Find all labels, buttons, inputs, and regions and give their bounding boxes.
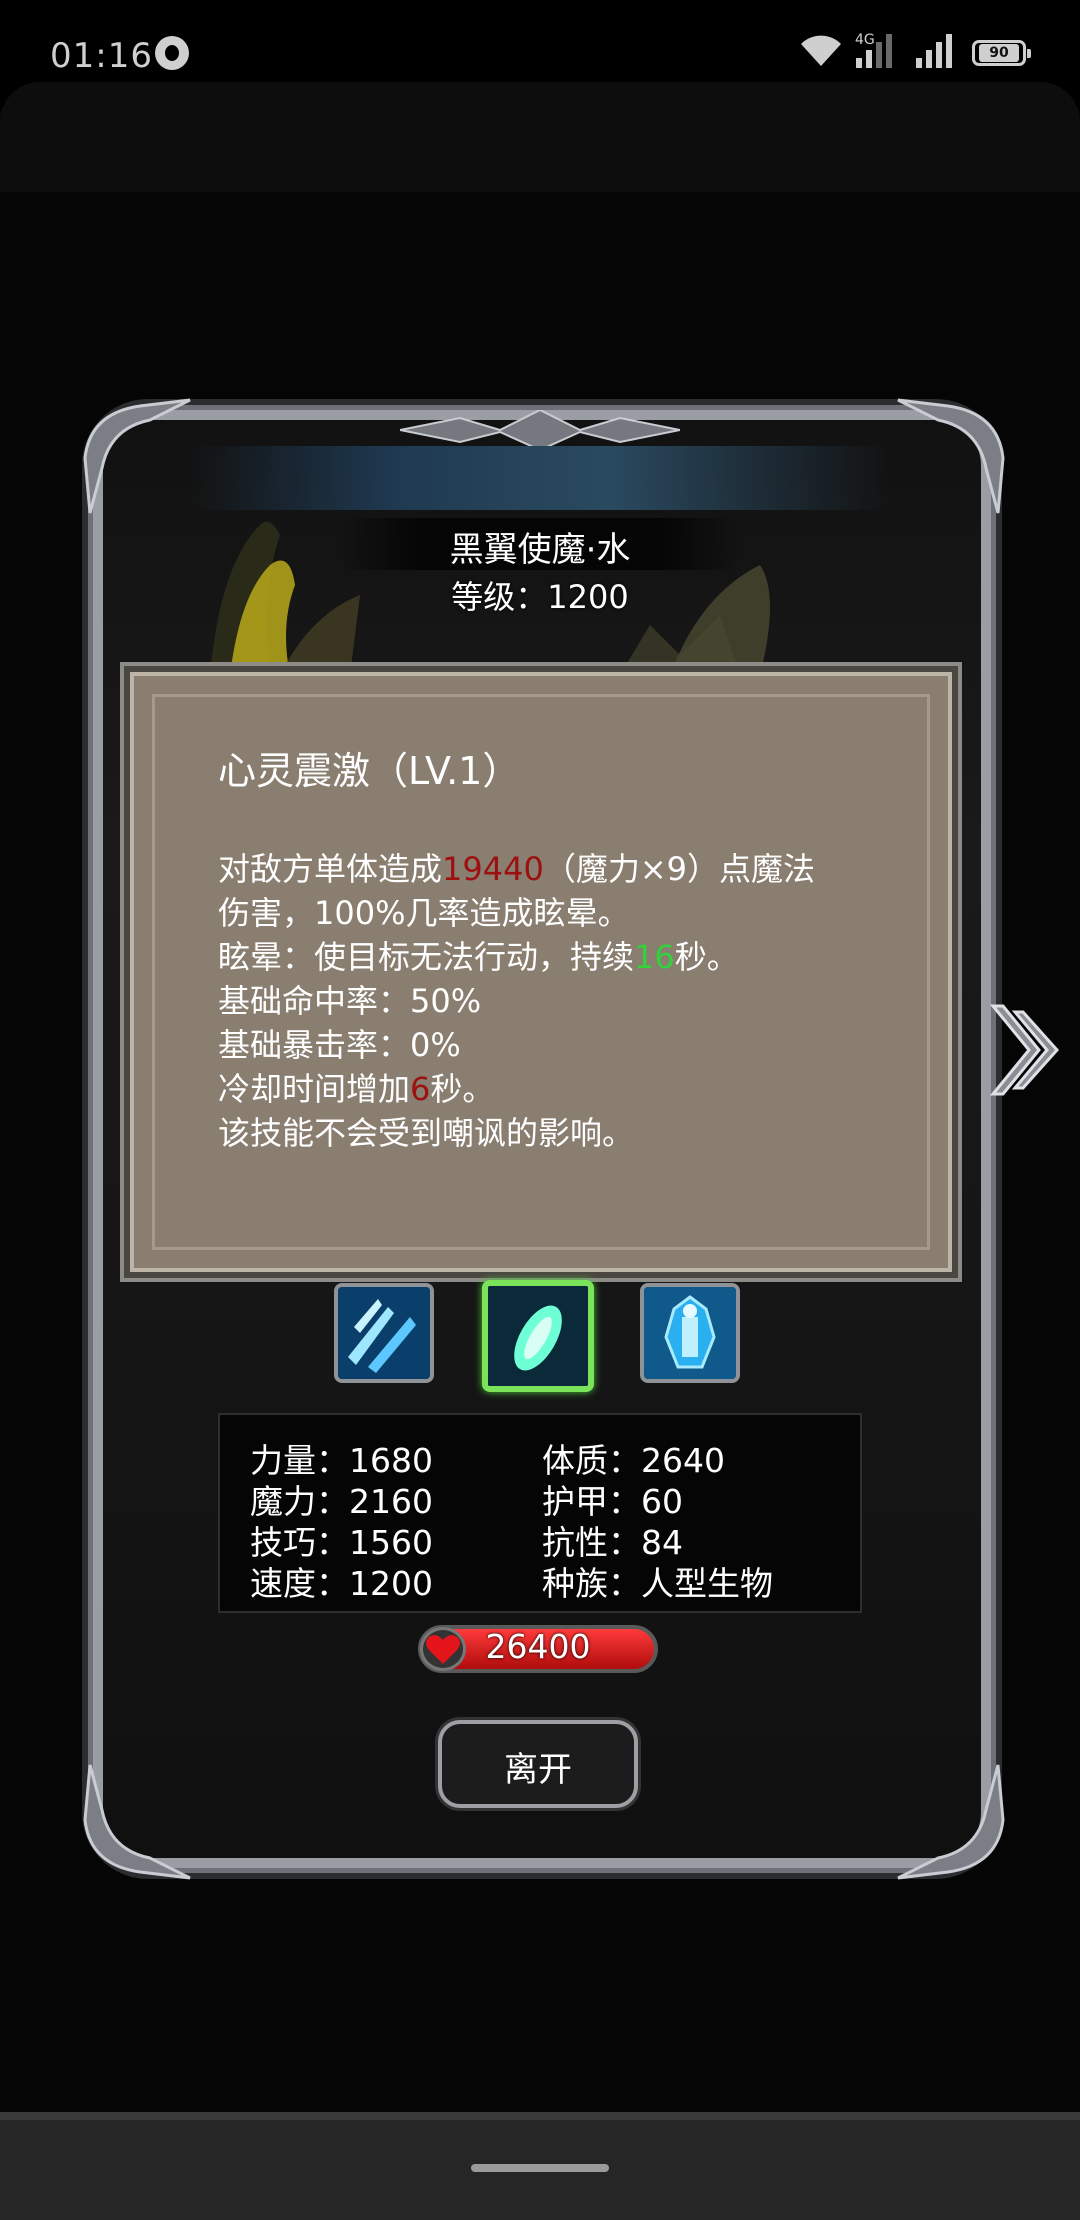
skill-slot-2-selected[interactable] xyxy=(482,1280,594,1392)
desc-line: 冷却时间增加6秒。 xyxy=(218,1067,918,1111)
desc-line: 该技能不会受到嘲讽的影响。 xyxy=(218,1114,635,1152)
frame-top-ornament xyxy=(400,410,680,450)
desc-text: 秒。 xyxy=(674,938,739,976)
monster-name: 黑翼使魔·水 xyxy=(449,530,631,570)
skill-title: 心灵震激（LV.1） xyxy=(218,749,521,793)
cooldown-value: 6 xyxy=(410,1070,431,1108)
app-top-bar xyxy=(0,82,1080,192)
next-arrow-icon[interactable] xyxy=(985,1000,1065,1100)
hp-value: 26400 xyxy=(485,1627,591,1666)
desc-text: 秒。 xyxy=(430,1070,495,1108)
battery-icon: 90 xyxy=(972,40,1031,66)
status-time: 01:16 xyxy=(50,36,153,76)
leave-button-label: 离开 xyxy=(504,1750,572,1790)
stat-race: 种族：人型生物 xyxy=(542,1564,773,1603)
desc-line: 基础暴击率：0% xyxy=(218,1026,461,1064)
signal-icon xyxy=(856,34,892,68)
ice-armor-icon xyxy=(644,1287,736,1379)
damage-value: 19440 xyxy=(442,850,544,888)
nav-divider xyxy=(0,2112,1080,2120)
desc-text: 眩晕：使目标无法行动，持续 xyxy=(218,938,635,976)
stun-duration-value: 16 xyxy=(634,938,675,976)
desc-line: 伤害，100%几率造成眩晕。 xyxy=(218,894,630,932)
ice-shards-icon xyxy=(338,1287,430,1379)
desc-text: 冷却时间增加 xyxy=(218,1070,411,1108)
crystal-shard-icon xyxy=(488,1286,588,1386)
skill-description: 对敌方单体造成19440（魔力×9）点魔法 伤害，100%几率造成眩晕。 眩晕：… xyxy=(218,847,918,1155)
signal-icon xyxy=(916,34,952,68)
wifi-icon xyxy=(801,35,841,66)
desc-line: 眩晕：使目标无法行动，持续16秒。 xyxy=(218,935,918,979)
frame-corner-ornament xyxy=(897,398,1005,514)
frame-corner-ornament xyxy=(83,1764,191,1880)
monster-level: 等级：1200 xyxy=(451,578,629,616)
leave-button[interactable]: 离开 xyxy=(438,1720,638,1808)
desc-text: （魔力×9）点魔法 xyxy=(543,850,815,888)
desc-line: 对敌方单体造成19440（魔力×9）点魔法 xyxy=(218,847,918,891)
skill-slot-1[interactable] xyxy=(334,1283,434,1383)
home-gesture-handle[interactable] xyxy=(471,2164,609,2172)
battery-level: 90 xyxy=(979,44,1019,62)
desc-text: 对敌方单体造成 xyxy=(218,850,443,888)
stat-speed: 速度：1200 xyxy=(250,1564,433,1603)
frame-corner-ornament xyxy=(897,1764,1005,1880)
header-glow xyxy=(190,446,890,510)
frame-corner-ornament xyxy=(83,398,191,514)
desc-line: 基础命中率：50% xyxy=(218,982,482,1020)
skill-slot-3[interactable] xyxy=(640,1283,740,1383)
notification-icon xyxy=(155,36,189,70)
